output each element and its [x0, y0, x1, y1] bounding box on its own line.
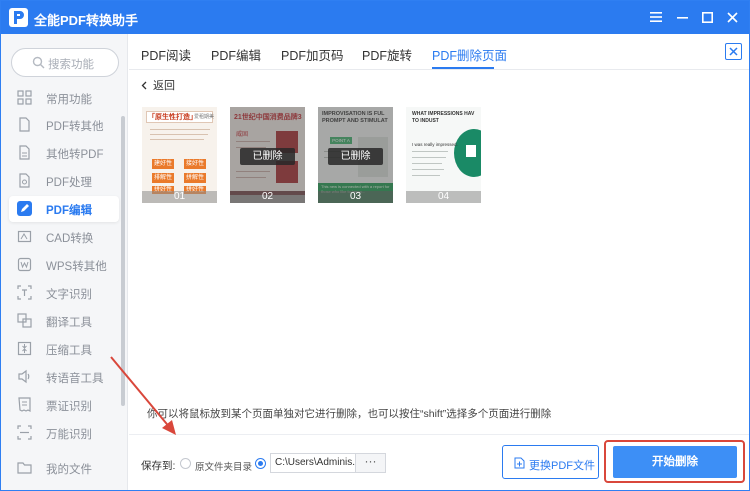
page-number: 01 [142, 191, 217, 203]
sidebar-item-label: 文字识别 [46, 289, 92, 301]
page-thumbnail-01[interactable]: 「原生性打造」 爱租期美 建好性 接好性 排解性 拼解性 拼好性 拼好性 01 [142, 107, 217, 203]
save-to-label: 保存到: [141, 460, 176, 472]
close-window-icon[interactable] [723, 8, 741, 26]
translate-icon [17, 313, 32, 328]
pdf-logo-icon [9, 8, 28, 27]
minimize-icon[interactable] [673, 8, 691, 26]
usage-hint: 你可以将鼠标放到某个页面单独对它进行删除，也可以按住“shift”选择多个页面进… [147, 408, 552, 420]
sidebar-item-label: 我的文件 [46, 464, 92, 476]
search-placeholder: 搜索功能 [48, 59, 94, 71]
sidebar-item-label: CAD转换 [46, 233, 94, 245]
sidebar-item-label: 票证识别 [46, 401, 92, 413]
page-heading: 「原生性打造」 [148, 114, 197, 121]
sidebar-item-label: PDF转其他 [46, 121, 104, 133]
page-thumbnail-04[interactable]: WHAT IMPRESSIONS HAV TO INDUST I was rea… [406, 107, 481, 203]
radio-custom-path[interactable] [255, 458, 266, 469]
page-heading-2: 爱租期美 [194, 114, 215, 120]
tab-pdf-page-number[interactable]: PDF加页码 [281, 45, 344, 64]
sidebar-item-translate[interactable]: 翻译工具 [9, 308, 119, 334]
sidebar-item-ocr[interactable]: 文字识别 [9, 280, 119, 306]
scan-icon [17, 425, 32, 440]
page-button: 排解性 [152, 173, 174, 183]
page-button: 建好性 [152, 159, 174, 169]
page-number: 03 [318, 191, 393, 203]
tab-pdf-delete-pages[interactable]: PDF删除页面 [432, 45, 507, 64]
tab-pdf-read[interactable]: PDF阅读 [141, 45, 191, 64]
document-gear-icon [19, 173, 30, 188]
menu-icon[interactable] [647, 8, 665, 26]
radio-source-folder[interactable] [180, 458, 191, 469]
add-file-icon [514, 457, 525, 469]
document-icon [19, 145, 30, 160]
start-delete-button[interactable]: 开始删除 [613, 446, 737, 478]
wps-icon [17, 257, 32, 272]
close-icon [729, 47, 738, 56]
change-pdf-label: 更换PDF文件 [529, 460, 595, 472]
sidebar-item-label: 翻译工具 [46, 317, 92, 329]
chevron-left-icon [141, 81, 147, 89]
sidebar-item-compress[interactable]: 压缩工具 [9, 336, 119, 362]
speaker-icon [18, 369, 30, 384]
page-quote: I was really impressed. [412, 142, 458, 147]
sidebar-item-invoice[interactable]: 票证识别 [9, 392, 119, 418]
source-folder-label: 原文件夹目录 [195, 462, 253, 473]
sidebar-item-universal-ocr[interactable]: 万能识别 [9, 420, 119, 446]
page-thumbnail-02[interactable]: 21世纪中国消费品牌3 威固 已删除 02 [230, 107, 305, 203]
tab-pdf-edit[interactable]: PDF编辑 [211, 45, 261, 64]
folder-icon [17, 462, 32, 474]
grid-icon [17, 90, 32, 105]
page-heading: WHAT IMPRESSIONS HAV TO INDUST [412, 111, 475, 124]
active-tab-indicator [432, 67, 494, 69]
page-thumbnail-03[interactable]: IMPROVISATION IS FUL PROMPT AND STIMULAT… [318, 107, 393, 203]
sidebar: 搜索功能 常用功能 PDF转其他 其他转PDF PDF处理 PDF编辑 CAD转… [1, 34, 128, 490]
tab-bar: PDF阅读 PDF编辑 PDF加页码 PDF旋转 PDF删除页面 [129, 34, 749, 70]
browse-path-button[interactable]: ··· [355, 453, 386, 473]
pen-icon [17, 201, 32, 216]
title-bar: 全能PDF转换助手 [1, 1, 749, 34]
search-icon [32, 56, 45, 69]
page-number: 04 [406, 191, 481, 203]
invoice-icon [18, 397, 31, 412]
deleted-badge: 已删除 [328, 148, 383, 165]
sidebar-item-tts[interactable]: 转语音工具 [9, 364, 119, 390]
cad-icon [17, 230, 32, 243]
sidebar-item-other-to-pdf[interactable]: 其他转PDF [9, 140, 119, 166]
compress-icon [17, 341, 32, 356]
sidebar-item-my-files[interactable]: 我的文件 [9, 455, 119, 481]
page-button: 接好性 [184, 159, 206, 169]
page-preview: WHAT IMPRESSIONS HAV TO INDUST I was rea… [406, 107, 481, 203]
app-title: 全能PDF转换助手 [34, 13, 139, 28]
tab-pdf-rotate[interactable]: PDF旋转 [362, 45, 412, 64]
back-button[interactable]: 返回 [141, 77, 175, 93]
app-window: 全能PDF转换助手 搜索功能 常用功能 PDF转其他 其他转PDF PDF处理 … [0, 0, 750, 491]
deleted-badge: 已删除 [240, 148, 295, 165]
page-preview: 「原生性打造」 爱租期美 建好性 接好性 排解性 拼解性 拼好性 拼好性 [142, 107, 217, 203]
sidebar-item-label: 转语音工具 [46, 373, 104, 385]
maximize-icon[interactable] [698, 8, 716, 26]
sidebar-item-wps[interactable]: WPS转其他 [9, 252, 119, 278]
sidebar-item-pdf-edit[interactable]: PDF编辑 [9, 196, 119, 222]
sidebar-item-label: PDF处理 [46, 177, 92, 189]
sidebar-item-pdf-to-other[interactable]: PDF转其他 [9, 112, 119, 138]
back-label: 返回 [153, 80, 175, 92]
page-number: 02 [230, 191, 305, 203]
sidebar-item-label: 万能识别 [46, 429, 92, 441]
sidebar-scrollbar[interactable] [121, 116, 125, 406]
sidebar-item-label: WPS转其他 [46, 261, 107, 273]
output-path-field[interactable]: C:\Users\Adminis... [270, 453, 355, 473]
change-pdf-button[interactable]: 更换PDF文件 [502, 445, 599, 479]
sidebar-item-label: 压缩工具 [46, 345, 92, 357]
sidebar-item-label: 其他转PDF [46, 149, 104, 161]
sidebar-item-cad[interactable]: CAD转换 [9, 224, 119, 250]
sidebar-item-common[interactable]: 常用功能 [9, 85, 119, 111]
text-recognition-icon [17, 285, 32, 300]
sidebar-item-label: 常用功能 [46, 94, 92, 106]
sidebar-item-pdf-process[interactable]: PDF处理 [9, 168, 119, 194]
document-convert-icon [19, 117, 30, 132]
page-button: 拼解性 [184, 173, 206, 183]
search-input[interactable]: 搜索功能 [11, 48, 119, 77]
close-panel-button[interactable] [725, 43, 742, 60]
sidebar-item-label: PDF编辑 [46, 205, 92, 217]
